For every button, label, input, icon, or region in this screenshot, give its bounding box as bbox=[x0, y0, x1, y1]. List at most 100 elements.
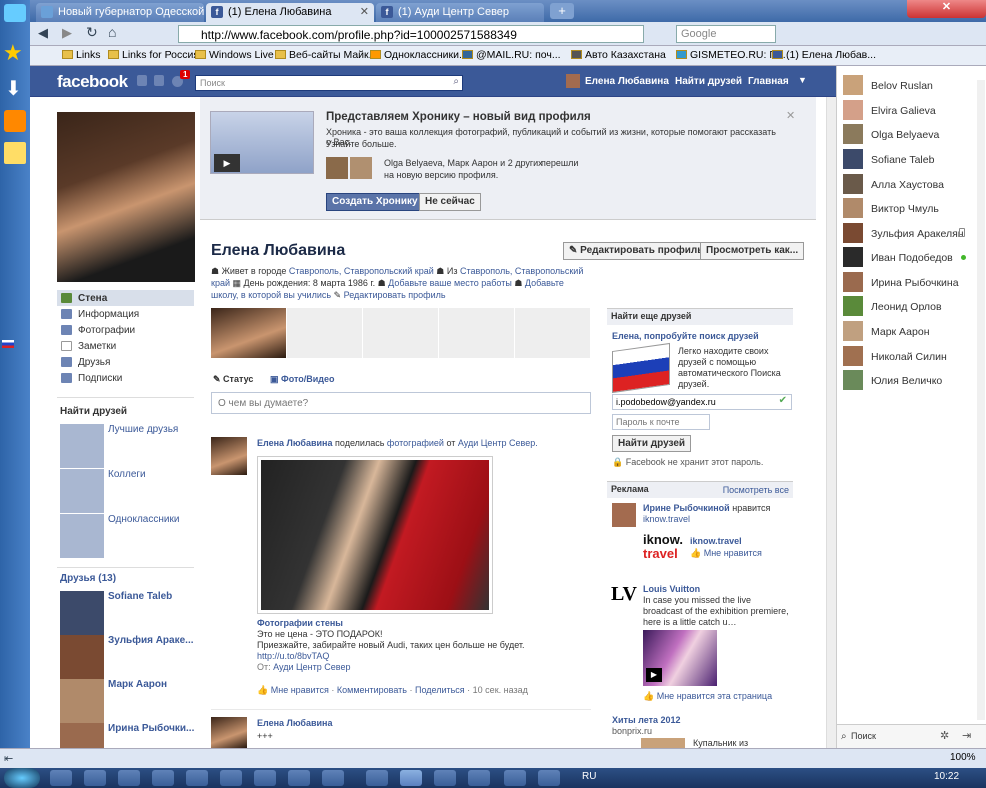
city-link[interactable]: Ставрополь, Ставропольский край bbox=[289, 266, 434, 276]
tab-1[interactable]: Новый губернатор Одесской об... bbox=[36, 3, 204, 22]
find-friend-item[interactable]: Одноклассники bbox=[60, 514, 197, 558]
taskbar-app[interactable] bbox=[254, 770, 276, 786]
bookmark-item[interactable]: Авто Казахстана bbox=[571, 49, 666, 61]
friend-link[interactable]: Ирине Рыбочкиной bbox=[643, 503, 730, 513]
home-icon[interactable]: ⌂ bbox=[108, 24, 116, 40]
see-all-link[interactable]: Посмотреть все bbox=[723, 485, 789, 495]
add-school-link[interactable]: Добавьте bbox=[525, 278, 564, 288]
taskbar-app[interactable] bbox=[322, 770, 344, 786]
find-friend-item[interactable]: Коллеги bbox=[60, 469, 197, 513]
chat-user[interactable]: Марк Аарон bbox=[843, 321, 983, 343]
chat-user[interactable]: Леонид Орлов bbox=[843, 296, 983, 318]
hometown-link[interactable]: край bbox=[211, 278, 230, 288]
chat-user[interactable]: Ирина Рыбочкина bbox=[843, 272, 983, 294]
popout-icon[interactable]: ⇥ bbox=[962, 729, 971, 742]
status-input[interactable]: О чем вы думаете? bbox=[211, 392, 591, 414]
tab-2[interactable]: f (1) Елена Любавина ✕ bbox=[206, 3, 374, 22]
like-link[interactable]: Мне нравится bbox=[271, 685, 329, 695]
sidebar-item-wall[interactable]: Стена bbox=[57, 290, 194, 306]
avatar[interactable] bbox=[211, 437, 247, 475]
louis-vuitton-logo[interactable]: LV bbox=[611, 583, 637, 606]
taskbar-app[interactable] bbox=[504, 770, 526, 786]
ad-like[interactable]: 👍 Мне нравится эта страница bbox=[643, 691, 772, 702]
chat-user[interactable]: Алла Хаустова bbox=[843, 174, 983, 196]
chat-user[interactable]: Юлия Величко bbox=[843, 370, 983, 392]
post-photo[interactable] bbox=[257, 456, 493, 614]
url-link[interactable]: http://u.to/8bvTAQ bbox=[257, 651, 329, 661]
language-indicator[interactable]: RU bbox=[582, 771, 596, 782]
friends-icon[interactable] bbox=[137, 75, 147, 86]
chat-user[interactable]: Sofiane Taleb bbox=[843, 149, 983, 171]
find-friend-item[interactable]: Лучшие друзья bbox=[60, 424, 197, 468]
taskbar-app[interactable] bbox=[220, 770, 242, 786]
create-timeline-button[interactable]: Создать Хронику bbox=[326, 193, 424, 211]
bookmark-item[interactable]: Одноклассники.ru bbox=[370, 49, 471, 61]
photo-link[interactable]: фотографией bbox=[387, 438, 444, 448]
learn-more-link[interactable]: Узнайте больше. bbox=[326, 139, 397, 149]
post-author-link[interactable]: Елена Любавина bbox=[257, 438, 333, 448]
ad-title-link[interactable]: Louis Vuitton bbox=[643, 584, 700, 594]
bookmark-item[interactable]: Links for Россия bbox=[108, 49, 199, 61]
page-link[interactable]: Ауди Центр Север bbox=[273, 662, 350, 672]
clock[interactable]: 10:22 bbox=[934, 771, 959, 782]
iknow-logo[interactable]: iknow. travel bbox=[643, 533, 683, 561]
not-now-button[interactable]: Не сейчас bbox=[419, 193, 481, 211]
promo-image[interactable]: ▶ bbox=[210, 111, 314, 174]
photo-thumb[interactable] bbox=[287, 308, 362, 358]
chat-search[interactable]: ⌕ Поиск ✲ ⇥ bbox=[837, 724, 986, 748]
rss-icon[interactable] bbox=[4, 110, 26, 132]
profile-photo[interactable] bbox=[57, 112, 195, 282]
find-friends-subtitle[interactable]: Елена, попробуйте поиск друзей bbox=[612, 331, 759, 341]
new-tab-button[interactable]: + bbox=[550, 3, 574, 19]
taskbar-app[interactable] bbox=[468, 770, 490, 786]
download-icon[interactable]: ⬇ bbox=[5, 76, 22, 101]
password-field[interactable]: Пароль к почте bbox=[612, 414, 710, 430]
taskbar-app[interactable] bbox=[118, 770, 140, 786]
back-icon[interactable]: ◀ bbox=[38, 25, 48, 41]
sidebar-item-info[interactable]: Информация bbox=[57, 306, 194, 322]
start-button[interactable] bbox=[4, 768, 40, 788]
messages-icon[interactable] bbox=[154, 75, 164, 86]
url-field[interactable]: http://www.facebook.com/profile.php?id=1… bbox=[178, 25, 644, 43]
search-icon[interactable]: ⌕ bbox=[453, 76, 459, 87]
edit-profile-link[interactable]: Редактировать профиль bbox=[344, 290, 446, 300]
window-close-button[interactable]: ✕ bbox=[907, 0, 986, 18]
page-link[interactable]: Ауди Центр Север. bbox=[458, 438, 538, 448]
chat-user[interactable]: Belov Ruslan bbox=[843, 75, 983, 97]
scrollbar[interactable] bbox=[977, 80, 985, 720]
close-icon[interactable]: ✕ bbox=[786, 109, 795, 122]
bookmark-item[interactable]: (1) Елена Любав... bbox=[772, 49, 876, 61]
sidebar-toggle-icon[interactable]: ⇤ bbox=[4, 752, 13, 765]
find-friends-link[interactable]: Найти друзей bbox=[675, 76, 742, 87]
avatar[interactable] bbox=[211, 717, 247, 748]
comment-link[interactable]: Комментировать bbox=[337, 685, 407, 695]
chat-user[interactable]: Зульфия Аракелян bbox=[843, 223, 983, 245]
chat-user[interactable]: Olga Belyaeva bbox=[843, 124, 983, 146]
chat-user[interactable]: Иван Подобедов bbox=[843, 247, 983, 269]
scrollbar[interactable] bbox=[826, 97, 836, 748]
fb-search-input[interactable]: Поиск ⌕ bbox=[195, 75, 463, 91]
taskbar-app[interactable] bbox=[152, 770, 174, 786]
chat-user[interactable]: Elvira Galieva bbox=[843, 100, 983, 122]
sidebar-item-subscriptions[interactable]: Подписки bbox=[57, 370, 194, 386]
star-icon[interactable]: ★ bbox=[3, 40, 23, 66]
photo-thumb[interactable] bbox=[515, 308, 590, 358]
photo-video-tab[interactable]: ▣ Фото/Видео bbox=[270, 374, 335, 385]
taskbar-app[interactable] bbox=[186, 770, 208, 786]
find-friends-button[interactable]: Найти друзей bbox=[612, 435, 692, 452]
taskbar-app[interactable] bbox=[366, 770, 388, 786]
ad-like[interactable]: 👍 Мне нравится bbox=[690, 548, 762, 559]
ad-site-link[interactable]: iknow.travel bbox=[643, 514, 690, 524]
share-link[interactable]: Поделиться bbox=[415, 685, 465, 695]
play-icon[interactable]: ▶ bbox=[646, 668, 662, 682]
facebook-logo[interactable]: facebook bbox=[57, 72, 128, 92]
taskbar-app[interactable] bbox=[84, 770, 106, 786]
friend-item[interactable]: Sofiane Taleb bbox=[60, 591, 197, 635]
view-as-button[interactable]: Просмотреть как... bbox=[700, 242, 805, 260]
tab-3[interactable]: f (1) Ауди Центр Север bbox=[376, 3, 544, 22]
taskbar-app[interactable] bbox=[434, 770, 456, 786]
chat-user[interactable]: Виктор Чмуль bbox=[843, 198, 983, 220]
bookmark-item[interactable]: Веб-сайты Майк... bbox=[275, 49, 377, 61]
ad-video-thumb[interactable]: ▶ bbox=[643, 630, 717, 686]
chevron-down-icon[interactable]: ▼ bbox=[798, 75, 807, 85]
